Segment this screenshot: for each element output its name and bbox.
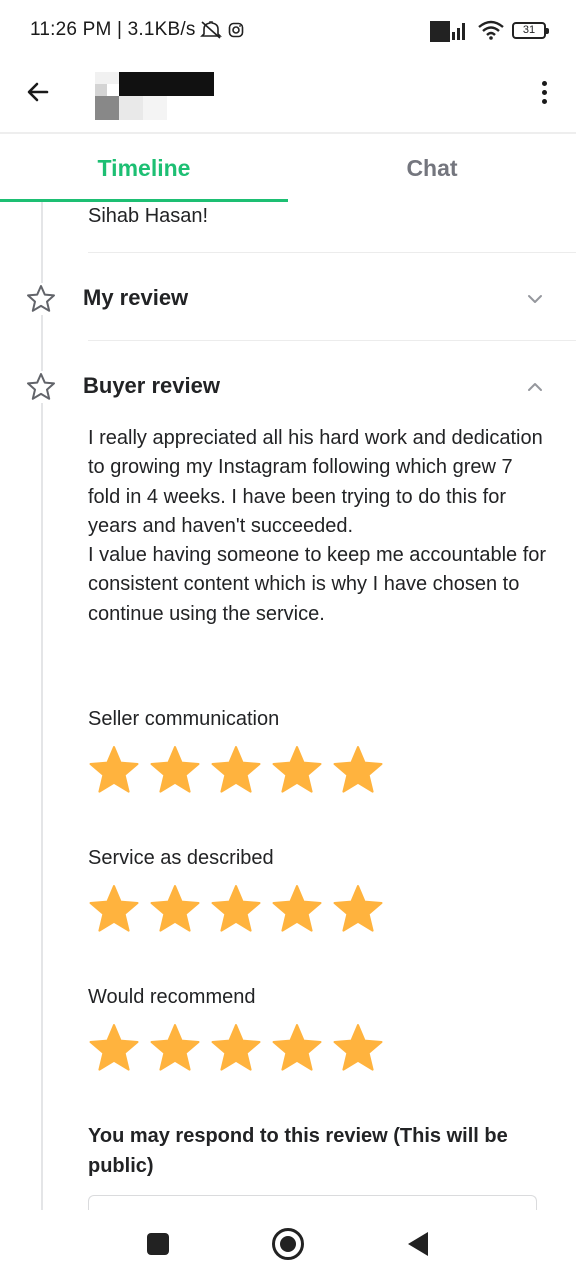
rating-seller-communication: Seller communication [88,708,548,795]
mute-icon [200,21,222,39]
instagram-icon [228,22,244,38]
star-rating [88,884,548,934]
review-paragraph: I value having someone to keep me accoun… [88,544,547,625]
home-icon [280,1236,296,1252]
star-filled-icon [333,1024,383,1071]
rating-would-recommend: Would recommend [88,986,548,1073]
app-bar [0,62,576,132]
tab-chat[interactable]: Chat [288,134,576,202]
star-filled-icon [89,746,139,793]
more-options-button[interactable] [536,76,552,108]
buyer-review-title: Buyer review [83,373,220,398]
star-outline-icon [25,283,57,315]
previous-message-tail: Sihab Hasan! [88,205,209,227]
star-filled-icon [89,885,139,932]
star-filled-icon [211,746,261,793]
status-bar: 11:26 PM | 3.1KB/s 31 [0,0,576,62]
wifi-icon [478,20,504,40]
star-rating [88,1023,548,1073]
back-button[interactable] [22,76,54,108]
star-filled-icon [89,1024,139,1071]
star-filled-icon [272,885,322,932]
review-paragraph: I really appreciated all his hard work a… [88,427,543,537]
review-response-input[interactable] [88,1195,537,1210]
star-filled-icon [272,746,322,793]
signal-icon [430,21,465,42]
status-system-icons: 31 [430,18,549,42]
star-filled-icon [150,746,200,793]
rating-label: Would recommend [88,986,256,1008]
battery-level: 31 [522,24,536,36]
divider [88,252,576,253]
star-rating [88,745,548,795]
recent-apps-button[interactable] [147,1233,169,1255]
star-filled-icon [150,885,200,932]
home-button[interactable] [272,1228,304,1260]
arrow-left-icon [27,82,49,102]
rating-label: Service as described [88,847,274,869]
star-filled-icon [333,746,383,793]
rating-label: Seller communication [88,708,280,730]
rating-service-as-described: Service as described [88,847,548,934]
battery-indicator: 31 [512,21,549,39]
star-outline-icon [25,371,57,403]
timeline-connector-line [41,202,43,1210]
divider [88,340,576,341]
star-filled-icon [211,885,261,932]
status-notification-icons [200,20,244,40]
my-review-title: My review [83,285,189,310]
star-filled-icon [272,1024,322,1071]
redacted-user-avatar [95,70,215,120]
system-back-button[interactable] [408,1232,428,1256]
timeline-content[interactable]: Sihab Hasan! My review Buyer review I re… [0,202,576,1210]
buyer-review-text: I really appreciated all his hard work a… [88,424,548,629]
previous-message-text: Sihab Hasan! [88,202,548,231]
more-vertical-icon [541,80,547,86]
system-navigation-bar [0,1210,576,1280]
status-time: 11:26 PM | 3.1KB/s [30,19,196,40]
tab-bar: Timeline Chat [0,134,576,202]
chevron-down-icon[interactable] [526,290,544,308]
respond-prompt: You may respond to this review (This wil… [88,1125,508,1177]
star-filled-icon [333,885,383,932]
tab-timeline[interactable]: Timeline [0,134,288,202]
buyer-review-header[interactable]: Buyer review [0,362,576,412]
star-filled-icon [150,1024,200,1071]
my-review-header[interactable]: My review [0,274,576,324]
chevron-up-icon[interactable] [526,378,544,396]
star-filled-icon [211,1024,261,1071]
